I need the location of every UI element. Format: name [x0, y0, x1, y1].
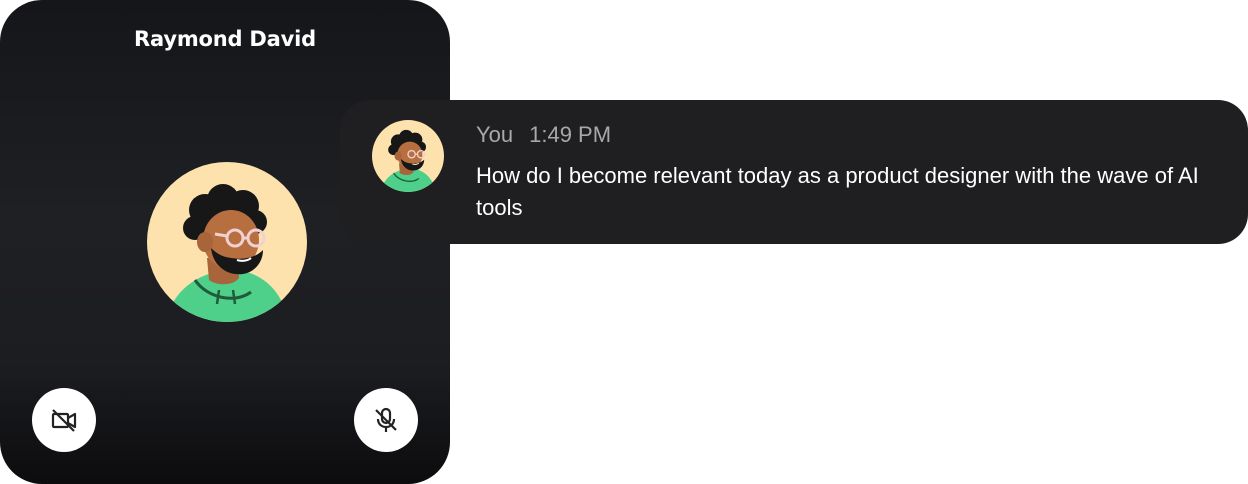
participant-avatar [147, 162, 307, 322]
person-avatar-icon [380, 129, 436, 192]
toggle-video-button[interactable] [32, 388, 96, 452]
person-avatar-icon [165, 184, 289, 322]
participant-name: Raymond David [134, 27, 316, 51]
toggle-mic-button[interactable] [354, 388, 418, 452]
chat-message: You 1:49 PM How do I become relevant toda… [340, 100, 1248, 244]
mic-off-icon [375, 407, 397, 432]
message-header: You 1:49 PM [476, 122, 611, 148]
sender-name: You [476, 122, 514, 147]
message-text: How do I become relevant today as a prod… [476, 163, 1199, 220]
sender-avatar [372, 120, 444, 192]
message-time: 1:49 PM [529, 122, 612, 147]
video-off-icon [51, 409, 77, 432]
stage: Raymond David You 1:49 PM How do I becom… [0, 0, 1248, 484]
